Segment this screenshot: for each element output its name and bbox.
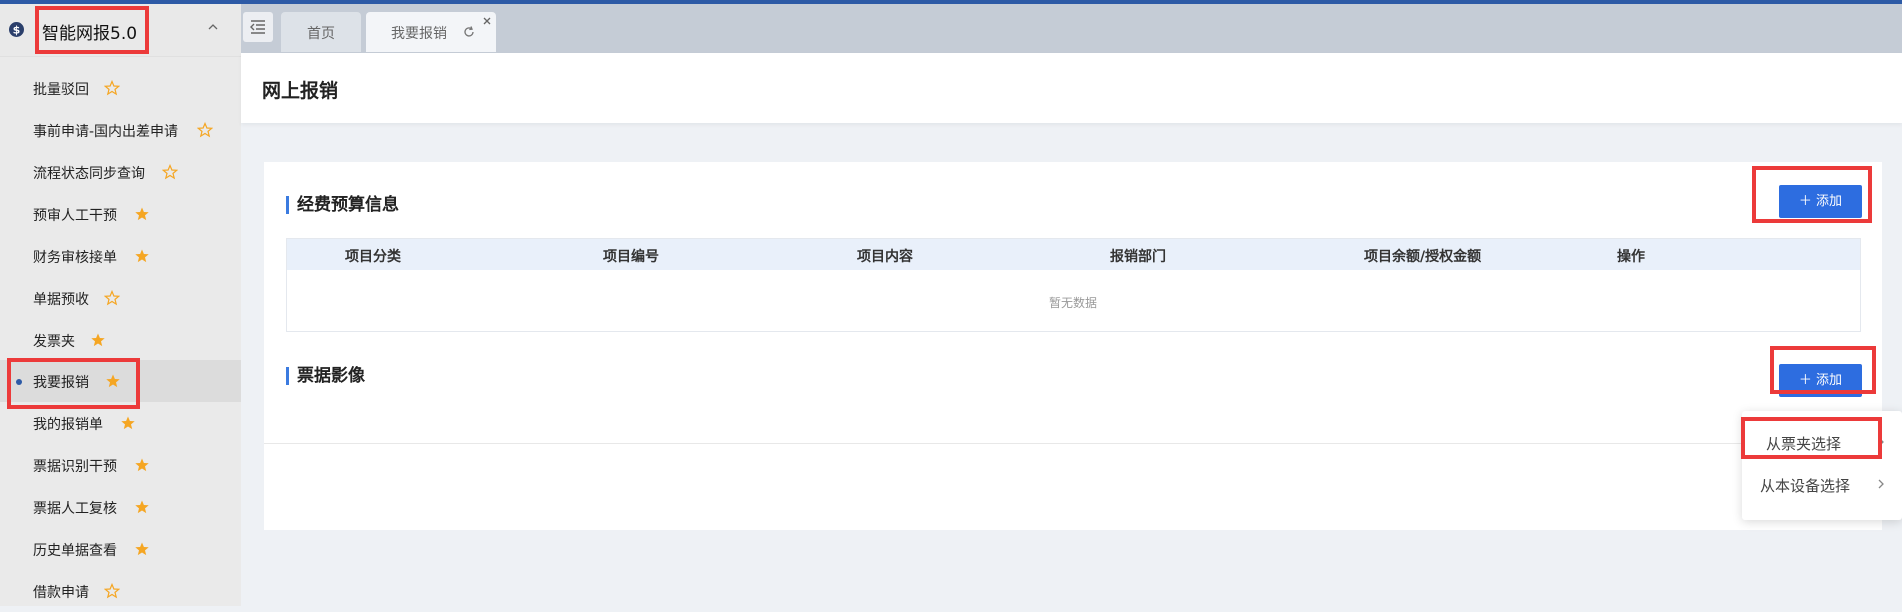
invoice-section-title: 票据影像 — [286, 367, 365, 385]
star-icon[interactable] — [120, 415, 136, 431]
chevron-right-icon — [1878, 479, 1884, 489]
sidebar-item-invoice-recognition[interactable]: 票据识别干预 — [0, 444, 241, 486]
menu-item-label: 从票夹选择 — [1766, 435, 1842, 453]
collapse-menu-button[interactable] — [243, 12, 273, 42]
star-icon[interactable] — [104, 80, 120, 96]
empty-state: 暂无数据 — [1049, 296, 1098, 310]
sidebar-item-finance-review[interactable]: 财务审核接单 — [0, 235, 241, 277]
column-header: 项目内容 — [857, 249, 913, 265]
sidebar-item-label: 事前申请-国内出差申请 — [33, 124, 179, 140]
star-icon[interactable] — [162, 164, 178, 180]
star-icon[interactable] — [134, 457, 150, 473]
tab-label: 我要报销 — [391, 26, 447, 42]
sidebar-item-label: 批量驳回 — [33, 82, 89, 98]
chevron-right-icon — [1878, 437, 1884, 447]
tab-home[interactable]: 首页 — [281, 12, 361, 52]
star-icon[interactable] — [197, 122, 213, 138]
sidebar-item-label: 票据人工复核 — [33, 501, 117, 517]
menu-item-from-device[interactable]: 从本设备选择 — [1742, 465, 1902, 505]
sidebar: $ 智能网报5.0 批量驳回 事前申请-国内出差申请 流程状态同步查询 预审人工… — [0, 4, 241, 606]
sidebar-item-label: 预审人工干预 — [33, 208, 117, 224]
add-budget-button[interactable]: ＋ 添加 — [1779, 185, 1862, 218]
add-invoice-button[interactable]: ＋ 添加 — [1779, 364, 1862, 397]
money-icon: $ — [9, 22, 24, 37]
svg-text:$: $ — [13, 24, 21, 37]
star-icon[interactable] — [134, 248, 150, 264]
sidebar-item-label: 单据预收 — [33, 292, 89, 308]
app-title: 智能网报5.0 — [42, 24, 138, 44]
sidebar-item-label: 票据识别干预 — [33, 459, 117, 475]
star-icon[interactable] — [134, 541, 150, 557]
star-icon[interactable] — [104, 583, 120, 599]
sidebar-item-invoice-folder[interactable]: 发票夹 — [0, 319, 241, 361]
chevron-up-icon[interactable] — [206, 20, 220, 34]
table-header: 项目分类 项目编号 项目内容 报销部门 项目余额/授权金额 操作 — [287, 239, 1860, 270]
column-header: 操作 — [1617, 249, 1645, 265]
column-header: 项目分类 — [345, 249, 401, 265]
divider — [264, 443, 1882, 444]
active-indicator — [16, 379, 22, 385]
budget-table: 项目分类 项目编号 项目内容 报销部门 项目余额/授权金额 操作 暂无数据 — [286, 238, 1861, 332]
sidebar-item-label: 我的报销单 — [33, 417, 103, 433]
sidebar-item-batch-reject[interactable]: 批量驳回 — [0, 67, 241, 109]
sidebar-item-invoice-manual-review[interactable]: 票据人工复核 — [0, 486, 241, 528]
tab-reimburse[interactable]: 我要报销 — [366, 12, 496, 52]
refresh-icon[interactable] — [462, 25, 476, 39]
star-icon[interactable] — [104, 290, 120, 306]
sidebar-item-label: 发票夹 — [33, 334, 75, 350]
page-header: 网上报销 — [241, 53, 1902, 123]
star-icon[interactable] — [134, 499, 150, 515]
star-icon[interactable] — [105, 373, 121, 389]
close-icon[interactable] — [482, 16, 492, 26]
page-title: 网上报销 — [262, 80, 339, 102]
column-header: 项目余额/授权金额 — [1364, 249, 1482, 265]
sidebar-item-label: 流程状态同步查询 — [33, 166, 145, 182]
collapse-menu-icon — [250, 20, 265, 34]
budget-section-title: 经费预算信息 — [286, 196, 399, 214]
sidebar-item-pre-review-intervention[interactable]: 预审人工干预 — [0, 193, 241, 235]
column-header: 项目编号 — [603, 249, 659, 265]
sidebar-item-pre-travel-request[interactable]: 事前申请-国内出差申请 — [0, 109, 241, 151]
sidebar-item-document-pre-receipt[interactable]: 单据预收 — [0, 277, 241, 319]
menu-item-from-invoice-folder[interactable]: 从票夹选择 — [1742, 423, 1902, 463]
column-header: 报销部门 — [1110, 249, 1166, 265]
sidebar-item-history-documents[interactable]: 历史单据查看 — [0, 528, 241, 570]
sidebar-item-label: 历史单据查看 — [33, 543, 117, 559]
sidebar-item-my-reimbursements[interactable]: 我的报销单 — [0, 402, 241, 444]
sidebar-header[interactable]: $ 智能网报5.0 — [0, 4, 241, 57]
sidebar-item-label: 财务审核接单 — [33, 250, 117, 266]
star-icon[interactable] — [134, 206, 150, 222]
add-invoice-menu: 从票夹选择 从本设备选择 — [1742, 411, 1902, 520]
sidebar-item-reimburse[interactable]: 我要报销 — [0, 360, 241, 402]
sidebar-item-process-sync-query[interactable]: 流程状态同步查询 — [0, 151, 241, 193]
reimbursement-card — [264, 162, 1882, 530]
star-icon[interactable] — [90, 332, 106, 348]
menu-item-label: 从本设备选择 — [1760, 477, 1851, 495]
sidebar-item-label: 借款申请 — [33, 585, 89, 601]
tab-label: 首页 — [307, 26, 335, 42]
sidebar-item-label: 我要报销 — [33, 375, 89, 391]
